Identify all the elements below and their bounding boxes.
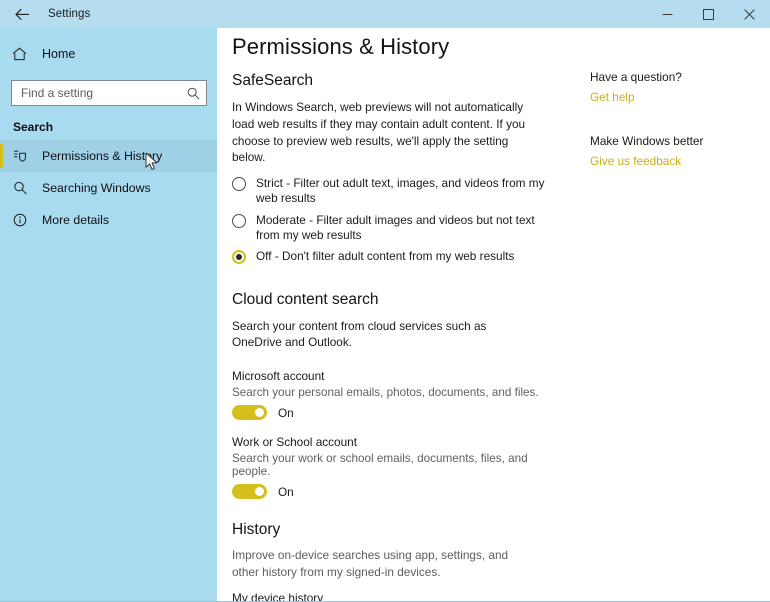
settings-window: Settings Home Find a setting Search Perm… xyxy=(0,0,770,602)
sidebar-item-label: Permissions & History xyxy=(42,149,163,163)
toggle-state-label: On xyxy=(278,405,294,420)
history-heading: History xyxy=(232,521,281,539)
cloud-content-description: Search your content from cloud services … xyxy=(232,318,487,350)
title-bar-left: Settings xyxy=(0,0,90,28)
maximize-icon[interactable] xyxy=(688,0,729,28)
back-button[interactable] xyxy=(0,0,44,28)
device-history-label: My device history xyxy=(232,590,324,602)
permissions-icon xyxy=(13,149,33,163)
work-school-account-toggle[interactable] xyxy=(232,484,267,500)
make-windows-better-heading: Make Windows better xyxy=(590,134,704,148)
close-icon[interactable] xyxy=(729,0,770,28)
sidebar-item-label: Searching Windows xyxy=(42,181,151,195)
get-help-link[interactable]: Get help xyxy=(590,90,755,104)
page-title: Permissions & History xyxy=(232,34,450,59)
title-bar: Settings xyxy=(0,0,770,28)
work-school-account-toggle-row: On xyxy=(232,484,552,500)
selection-accent-bar xyxy=(0,144,3,168)
sidebar-item-permissions-history[interactable]: Permissions & History xyxy=(0,140,217,172)
right-rail: Have a question? Get help Make Windows b… xyxy=(590,70,755,168)
sidebar-item-searching-windows[interactable]: Searching Windows xyxy=(0,172,217,204)
radio-option-strict[interactable]: Strict - Filter out adult text, images, … xyxy=(232,176,552,207)
radio-option-moderate[interactable]: Moderate - Filter adult images and video… xyxy=(232,213,552,244)
rail-spacer xyxy=(590,104,755,134)
cloud-content-heading: Cloud content search xyxy=(232,290,379,308)
radio-label: Strict - Filter out adult text, images, … xyxy=(256,176,545,206)
search-icon xyxy=(13,181,33,195)
microsoft-account-toggle-row: On xyxy=(232,405,552,421)
sidebar-item-label: More details xyxy=(42,213,109,227)
sidebar-item-home[interactable]: Home xyxy=(0,40,217,68)
radio-mark xyxy=(232,213,246,228)
work-school-account-description: Search your work or school emails, docum… xyxy=(232,452,528,479)
work-school-account-label: Work or School account xyxy=(232,435,358,450)
toggle-state-label: On xyxy=(278,484,294,499)
radio-label: Off - Don't filter adult content from my… xyxy=(256,249,515,264)
microsoft-account-toggle[interactable] xyxy=(232,405,267,421)
radio-mark xyxy=(232,250,246,265)
have-a-question-heading: Have a question? xyxy=(590,70,682,84)
main-content: Permissions & History SafeSearch In Wind… xyxy=(217,28,770,602)
settings-column: SafeSearch In Windows Search, web previe… xyxy=(232,72,552,602)
search-container xyxy=(11,80,207,106)
microsoft-account-label: Microsoft account xyxy=(232,369,325,384)
history-description: Improve on-device searches using app, se… xyxy=(232,548,509,579)
safesearch-radio-group: Strict - Filter out adult text, images, … xyxy=(232,176,552,265)
radio-mark xyxy=(232,177,246,191)
minimize-icon[interactable] xyxy=(647,0,688,28)
radio-option-off[interactable]: Off - Don't filter adult content from my… xyxy=(232,249,552,265)
search-box[interactable] xyxy=(11,80,207,106)
info-icon xyxy=(13,213,33,227)
microsoft-account-description: Search your personal emails, photos, doc… xyxy=(232,386,539,400)
radio-label: Moderate - Filter adult images and video… xyxy=(256,212,535,242)
sidebar-item-more-details[interactable]: More details xyxy=(0,204,217,236)
sidebar-group-title: Search xyxy=(13,120,54,134)
window-controls xyxy=(647,0,770,28)
home-label: Home xyxy=(42,47,76,61)
app-title: Settings xyxy=(48,8,91,20)
give-us-feedback-link[interactable]: Give us feedback xyxy=(590,154,755,168)
sidebar: Home Search xyxy=(0,28,217,601)
home-icon xyxy=(12,47,32,61)
safesearch-heading: SafeSearch xyxy=(232,72,313,89)
search-icon[interactable] xyxy=(187,87,200,100)
safesearch-description: In Windows Search, web previews will not… xyxy=(232,100,526,165)
search-input[interactable] xyxy=(21,86,187,100)
